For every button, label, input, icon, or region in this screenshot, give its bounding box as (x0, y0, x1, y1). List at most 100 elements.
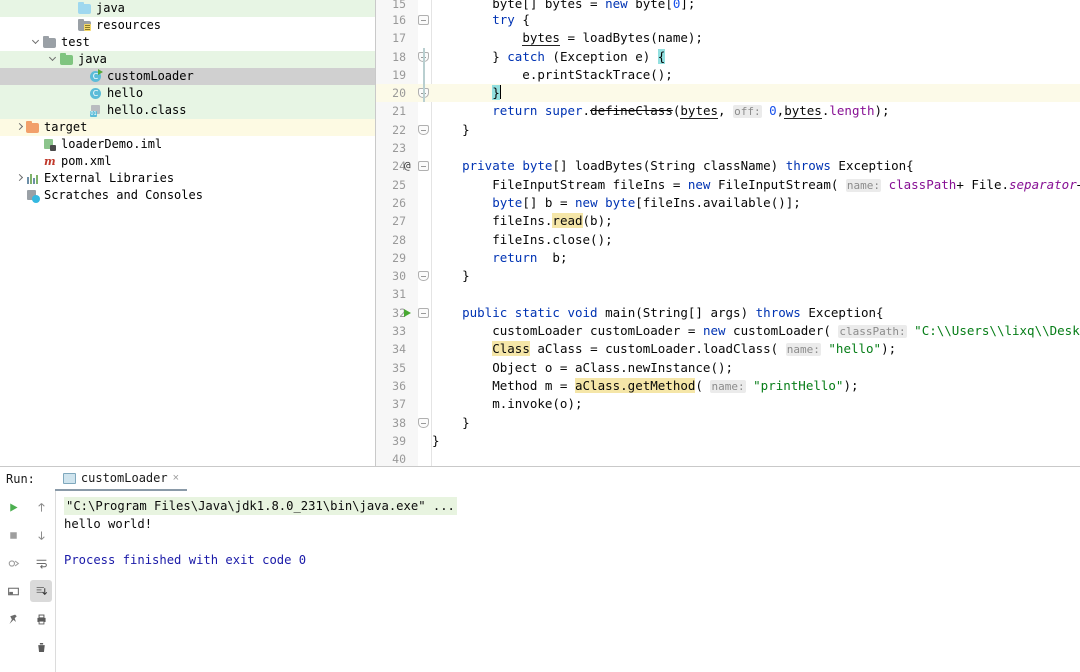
editor-gutter[interactable]: 30 (376, 267, 429, 285)
editor-gutter[interactable]: 18 (376, 48, 429, 66)
code-line[interactable]: 28 fileIns.close(); (376, 231, 1080, 249)
soft-wrap-button[interactable] (30, 552, 52, 574)
editor-gutter[interactable]: 33 (376, 322, 424, 340)
code-lines[interactable]: 15 byte[] bytes = new byte[0]; 16 try {17… (376, 0, 1080, 466)
code-line[interactable]: 19 e.printStackTrace(); (376, 66, 1080, 84)
code-line[interactable]: 17 bytes = loadBytes(name); (376, 29, 1080, 47)
project-tree-panel[interactable]: java resources test java CcustomLoader Chello… (0, 0, 376, 466)
tree-item-customloader[interactable]: CcustomLoader (0, 68, 375, 85)
up-the-stack-trace-button[interactable] (30, 496, 52, 518)
chevron-right-icon[interactable] (14, 170, 25, 187)
editor-gutter[interactable]: 26 (376, 194, 424, 212)
tree-item-hello-class[interactable]: 01 hello.class (0, 102, 375, 119)
editor-gutter[interactable]: 27 (376, 212, 424, 230)
code-line[interactable]: 15 byte[] bytes = new byte[0]; (376, 0, 1080, 11)
rerun-button[interactable] (3, 496, 25, 518)
stop-button[interactable] (3, 524, 25, 546)
pin-tab-button[interactable] (3, 608, 25, 630)
code-line[interactable]: 33 customLoader customLoader = new custo… (376, 322, 1080, 340)
editor-gutter[interactable]: 25 (376, 176, 424, 194)
editor-gutter[interactable]: 31 (376, 285, 424, 303)
editor-gutter[interactable]: 29 (376, 249, 424, 267)
code-line[interactable]: 25 FileInputStream fileIns = new FileInp… (376, 176, 1080, 194)
code-line[interactable]: 40 (376, 450, 1080, 466)
code-line[interactable]: 37 m.invoke(o); (376, 395, 1080, 413)
run-tab-customloader[interactable]: customLoader × (54, 467, 188, 491)
console-command-line: "C:\Program Files\Java\jdk1.8.0_231\bin\… (64, 497, 457, 515)
code-line[interactable]: 32 public static void main(String[] args… (376, 304, 1080, 322)
layout-button[interactable] (3, 580, 25, 602)
console-output[interactable]: "C:\Program Files\Java\jdk1.8.0_231\bin\… (56, 491, 1080, 672)
editor-gutter[interactable]: 20 (376, 84, 429, 102)
editor-gutter[interactable]: 15 (376, 0, 424, 11)
code-line[interactable]: 29 return b; (376, 249, 1080, 267)
tree-item-java[interactable]: java (0, 51, 375, 68)
editor-gutter[interactable]: 39 (376, 432, 424, 450)
run-toolbar-right-column[interactable] (28, 491, 56, 672)
code-line[interactable]: 22 } (376, 121, 1080, 139)
print-button[interactable] (30, 608, 52, 630)
editor-gutter[interactable]: 40 (376, 450, 424, 466)
code-line[interactable]: 38 } (376, 414, 1080, 432)
tree-item-scratches-and-consoles[interactable]: Scratches and Consoles (0, 187, 375, 204)
chevron-down-icon[interactable] (48, 51, 59, 68)
code-line[interactable]: 39} (376, 432, 1080, 450)
chevron-right-icon[interactable] (14, 119, 25, 136)
tree-item-external-libraries[interactable]: External Libraries (0, 170, 375, 187)
tree-item-hello[interactable]: Chello (0, 85, 375, 102)
editor-gutter[interactable]: 24 @ (376, 157, 429, 175)
code-fold-toggle[interactable] (418, 271, 429, 282)
tree-item-loaderdemo-iml[interactable]: loaderDemo.iml (0, 136, 375, 153)
editor-gutter[interactable]: 28 (376, 231, 424, 249)
editor-gutter[interactable]: 34 (376, 340, 424, 358)
code-fold-toggle[interactable] (418, 124, 429, 135)
editor-gutter[interactable]: 36 (376, 377, 424, 395)
code-fold-toggle[interactable] (418, 417, 429, 428)
code-line[interactable]: 21 return super.defineClass(bytes, off: … (376, 102, 1080, 120)
override-annotation-icon[interactable]: @ (404, 157, 411, 175)
run-toolbar[interactable] (0, 491, 56, 672)
code-line[interactable]: 35 Object o = aClass.newInstance(); (376, 359, 1080, 377)
tree-item-pom-xml[interactable]: m pom.xml (0, 153, 375, 170)
editor-gutter[interactable]: 17 (376, 29, 424, 47)
code-line[interactable]: 20 } (376, 84, 1080, 103)
code-fold-toggle[interactable] (418, 15, 429, 25)
editor-gutter[interactable]: 19 (376, 66, 424, 84)
close-icon[interactable]: × (173, 472, 179, 484)
editor-gutter[interactable]: 35 (376, 359, 424, 377)
tree-item-resources[interactable]: resources (0, 17, 375, 34)
tree-item-java[interactable]: java (0, 0, 375, 17)
tree-item-target[interactable]: target (0, 119, 375, 136)
editor-gutter[interactable]: 32 (376, 304, 429, 322)
clear-all-button[interactable] (30, 636, 52, 658)
run-method-icon[interactable] (404, 308, 411, 317)
code-line[interactable]: 24 @ private byte[] loadBytes(String clas… (376, 157, 1080, 175)
down-the-stack-trace-button[interactable] (30, 524, 52, 546)
rerun-failed-icon[interactable] (3, 552, 25, 574)
code-line[interactable]: 34 Class aClass = customLoader.loadClass… (376, 340, 1080, 358)
scroll-to-end-button[interactable] (30, 580, 53, 602)
code-line[interactable]: 16 try { (376, 11, 1080, 29)
chevron-down-icon[interactable] (31, 34, 42, 51)
editor-gutter[interactable]: 16 (376, 11, 429, 29)
code-line[interactable]: 23 (376, 139, 1080, 157)
code-fold-toggle[interactable] (418, 307, 429, 318)
code-line[interactable]: 26 byte[] b = new byte[fileIns.available… (376, 194, 1080, 212)
code-line[interactable]: 30 } (376, 267, 1080, 285)
editor-gutter[interactable]: 22 (376, 121, 429, 139)
code-line[interactable]: 36 Method m = aClass.getMethod( name: "p… (376, 377, 1080, 395)
editor-gutter[interactable]: 38 (376, 414, 429, 432)
tree-item-test[interactable]: test (0, 34, 375, 51)
editor-gutter[interactable]: 37 (376, 395, 424, 413)
code-editor-panel[interactable]: 15 byte[] bytes = new byte[0]; 16 try {17… (376, 0, 1080, 466)
editor-gutter[interactable]: 21 (376, 102, 424, 120)
editor-gutter[interactable]: 23 (376, 139, 424, 157)
code-line[interactable]: 27 fileIns.read(b); (376, 212, 1080, 230)
run-toolbar-left-column[interactable] (0, 491, 28, 672)
code-text: return b; (432, 249, 1080, 267)
code-fold-toggle[interactable] (418, 161, 429, 172)
code-line[interactable]: 31 (376, 285, 1080, 303)
code-line[interactable]: 18 } catch (Exception e) { (376, 48, 1080, 66)
